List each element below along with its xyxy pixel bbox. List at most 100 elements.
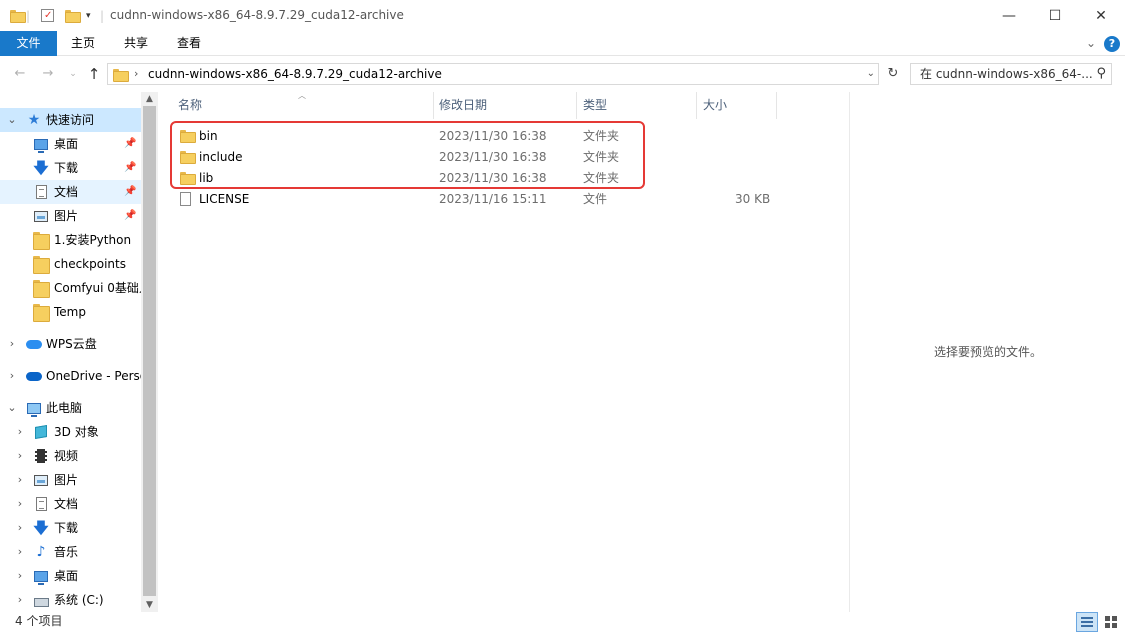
- star-icon: ★: [27, 112, 41, 128]
- expand-chevron-icon[interactable]: ›: [14, 516, 26, 540]
- address-bar[interactable]: › cudnn-windows-x86_64-8.9.7.29_cuda12-a…: [107, 63, 879, 85]
- column-header-size[interactable]: 大小: [703, 92, 727, 119]
- download-icon: 🡇: [33, 519, 49, 537]
- sort-ascending-icon: ︿: [298, 91, 306, 100]
- column-divider[interactable]: [696, 92, 697, 119]
- expand-chevron-icon[interactable]: ›: [14, 468, 26, 492]
- expand-chevron-icon[interactable]: ›: [14, 444, 26, 468]
- document-icon: [33, 184, 49, 200]
- drive-icon: [33, 592, 49, 608]
- expand-chevron-icon[interactable]: ›: [14, 492, 26, 516]
- file-row[interactable]: LICENSE 2023/11/16 15:11 文件 30 KB: [175, 189, 775, 210]
- breadcrumb-segment[interactable]: cudnn-windows-x86_64-8.9.7.29_cuda12-arc…: [148, 64, 442, 84]
- toolbar-divider: |: [100, 8, 105, 23]
- nav-item-folder[interactable]: Temp: [0, 300, 141, 324]
- music-icon: ♪: [36, 544, 46, 560]
- file-modified: 2023/11/16 15:11: [439, 192, 547, 206]
- expand-chevron-icon[interactable]: ›: [6, 364, 18, 388]
- column-header-modified[interactable]: 修改日期: [439, 92, 487, 119]
- window-title: cudnn-windows-x86_64-8.9.7.29_cuda12-arc…: [110, 8, 404, 22]
- nav-label: 视频: [54, 449, 79, 463]
- customize-toolbar-icon[interactable]: ▾: [86, 0, 91, 31]
- nav-pc-videos[interactable]: › 视频: [0, 444, 141, 468]
- pin-icon: 📌: [124, 138, 137, 149]
- document-icon: [33, 496, 49, 512]
- address-folder-icon: [113, 69, 129, 82]
- tab-file[interactable]: 文件: [0, 31, 57, 56]
- help-icon[interactable]: ?: [1104, 36, 1120, 52]
- new-folder-icon[interactable]: [65, 0, 81, 31]
- nav-item-pictures[interactable]: 图片 📌: [0, 204, 141, 228]
- minimize-button[interactable]: —: [986, 0, 1032, 31]
- address-dropdown-icon[interactable]: ⌄: [867, 64, 875, 84]
- expand-ribbon-icon[interactable]: ⌄: [1084, 31, 1098, 56]
- collapse-chevron-icon[interactable]: ⌄: [6, 396, 18, 420]
- item-count: 4 个项目: [15, 614, 63, 628]
- column-divider[interactable]: [576, 92, 577, 119]
- column-divider[interactable]: [433, 92, 434, 119]
- status-bar: 4 个项目: [0, 612, 1125, 633]
- nav-pc-downloads[interactable]: › 🡇 下载: [0, 516, 141, 540]
- video-icon: [33, 448, 49, 464]
- nav-label: 下载: [54, 161, 79, 175]
- nav-item-desktop[interactable]: 桌面 📌: [0, 132, 141, 156]
- properties-icon[interactable]: ✓: [41, 0, 54, 31]
- scroll-thumb[interactable]: [143, 106, 156, 596]
- collapse-chevron-icon[interactable]: ⌄: [6, 108, 18, 132]
- large-icons-view-icon: [1105, 616, 1117, 628]
- nav-this-pc[interactable]: ⌄ 此电脑: [0, 396, 141, 420]
- expand-chevron-icon[interactable]: ›: [14, 540, 26, 564]
- highlight-box: [170, 121, 645, 189]
- nav-quick-access[interactable]: ⌄ ★ 快速访问: [0, 108, 141, 132]
- tab-view[interactable]: 查看: [169, 31, 209, 56]
- download-icon: 🡇: [33, 159, 49, 177]
- search-icon[interactable]: ⚲: [1096, 66, 1106, 81]
- nav-pc-documents[interactable]: › 文档: [0, 492, 141, 516]
- file-type: 文件: [583, 192, 608, 206]
- breadcrumb-chevron-icon[interactable]: ›: [134, 64, 138, 84]
- nav-item-folder[interactable]: 1.安装Python: [0, 228, 141, 252]
- tab-home[interactable]: 主页: [63, 31, 103, 56]
- nav-onedrive[interactable]: › OneDrive - Personal: [0, 364, 141, 388]
- expand-chevron-icon[interactable]: ›: [14, 420, 26, 444]
- nav-label: 下载: [54, 521, 79, 535]
- refresh-icon[interactable]: ↻: [883, 64, 903, 84]
- scroll-down-icon[interactable]: ▼: [141, 598, 158, 612]
- forward-button[interactable]: →: [39, 64, 57, 84]
- nav-label: 文档: [54, 497, 79, 511]
- up-button[interactable]: ↑: [85, 64, 103, 84]
- column-divider[interactable]: [776, 92, 777, 119]
- tab-share[interactable]: 共享: [116, 31, 156, 56]
- close-button[interactable]: ✕: [1078, 0, 1124, 31]
- nav-pc-desktop[interactable]: › 桌面: [0, 564, 141, 588]
- file-name: LICENSE: [199, 192, 250, 206]
- nav-scrollbar[interactable]: ▲ ▼: [141, 92, 158, 612]
- expand-chevron-icon[interactable]: ›: [6, 332, 18, 356]
- recent-locations-icon[interactable]: ⌄: [64, 64, 82, 84]
- nav-pc-pictures[interactable]: › 图片: [0, 468, 141, 492]
- nav-item-folder[interactable]: Comfyui 0基础入: [0, 276, 141, 300]
- nav-pc-system-drive[interactable]: › 系统 (C:): [0, 588, 141, 612]
- details-view-button[interactable]: [1076, 612, 1098, 632]
- maximize-button[interactable]: ☐: [1032, 0, 1078, 31]
- nav-item-downloads[interactable]: 🡇 下载 📌: [0, 156, 141, 180]
- expand-chevron-icon[interactable]: ›: [14, 564, 26, 588]
- navigation-pane: ⌄ ★ 快速访问 桌面 📌 🡇 下载 📌 文档 📌 图片 📌 1.安装Pytho…: [0, 92, 158, 612]
- file-size: 30 KB: [735, 192, 771, 206]
- search-input[interactable]: 在 cudnn-windows-x86_64-... ⚲: [910, 63, 1112, 85]
- nav-wps-cloud[interactable]: › WPS云盘: [0, 332, 141, 356]
- expand-chevron-icon[interactable]: ›: [14, 588, 26, 612]
- ribbon-tabs: 文件 主页 共享 查看 ⌄ ?: [0, 31, 1125, 56]
- column-header-type[interactable]: 类型: [583, 92, 607, 119]
- nav-pc-3d-objects[interactable]: › 3D 对象: [0, 420, 141, 444]
- folder-icon: [33, 232, 50, 250]
- nav-item-documents[interactable]: 文档 📌: [0, 180, 141, 204]
- nav-label: 1.安装Python: [54, 233, 132, 247]
- column-header-name[interactable]: 名称: [178, 92, 202, 119]
- scroll-up-icon[interactable]: ▲: [141, 92, 158, 106]
- back-button[interactable]: ←: [11, 64, 29, 84]
- nav-pc-music[interactable]: › ♪ 音乐: [0, 540, 141, 564]
- large-icons-view-button[interactable]: [1100, 612, 1122, 632]
- nav-item-folder[interactable]: checkpoints: [0, 252, 141, 276]
- nav-label: checkpoints: [54, 257, 126, 271]
